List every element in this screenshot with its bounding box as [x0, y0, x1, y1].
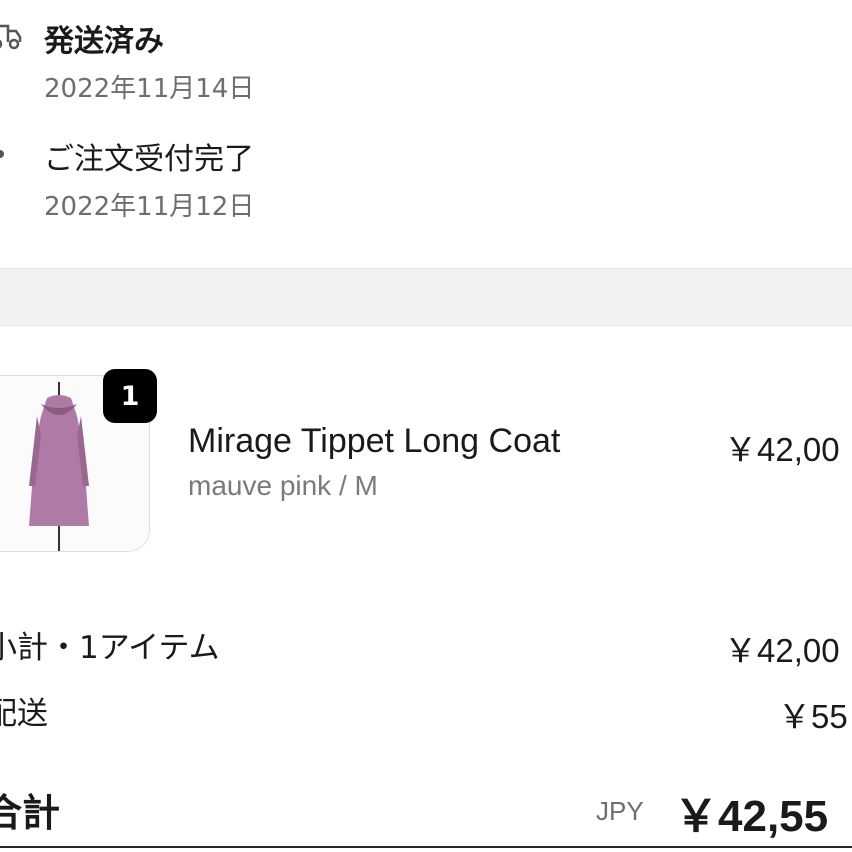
quantity-badge: 1 — [103, 369, 157, 423]
timeline-ordered-date: 2022年11月12日 — [44, 192, 255, 222]
total-amount: ￥42,55 — [674, 792, 829, 841]
subtotal-label: 小計・1アイテム — [0, 630, 220, 666]
truck-icon — [0, 24, 22, 50]
timeline-shipped-title: 発送済み — [44, 24, 164, 59]
total-label: 合計 — [0, 791, 61, 835]
dot-icon — [0, 150, 4, 158]
product-name[interactable]: Mirage Tippet Long Coat — [188, 422, 560, 461]
product-price: ￥42,00 — [724, 431, 840, 468]
subtotal-value: ￥42,00 — [724, 632, 840, 669]
total-currency: JPY — [596, 796, 644, 826]
shipping-value: ￥55 — [778, 698, 848, 735]
product-variant: mauve pink / M — [188, 470, 378, 501]
timeline-shipped-date: 2022年11月14日 — [44, 74, 255, 104]
section-divider — [0, 268, 852, 326]
timeline-ordered-title: ご注文受付完了 — [44, 142, 254, 177]
shipping-label: 配送 — [0, 696, 48, 732]
bottom-divider — [0, 846, 852, 848]
